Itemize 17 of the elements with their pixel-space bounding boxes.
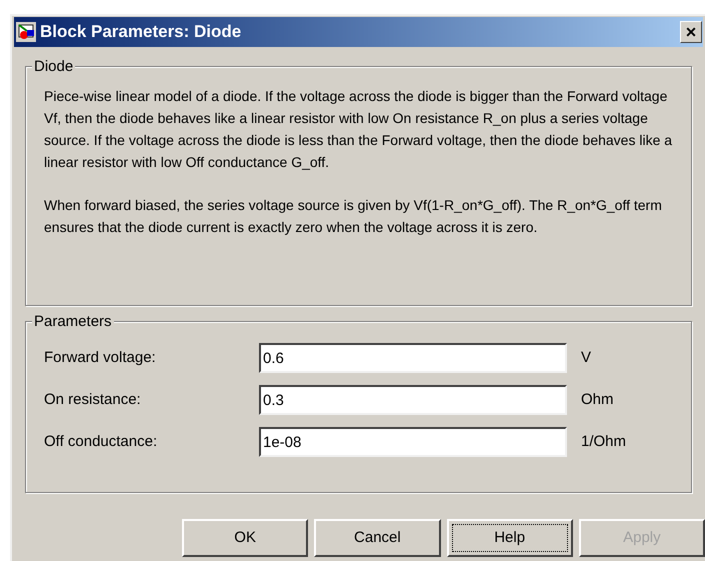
dialog-button[interactable]: Cancel <box>314 519 440 557</box>
field-label: Off conductance: <box>44 432 158 452</box>
input-field[interactable]: 1e-08 <box>259 427 567 457</box>
dialog-button[interactable]: Help <box>446 519 573 557</box>
input-field[interactable]: 0.3 <box>259 385 567 415</box>
field-label: Forward voltage: <box>44 348 157 368</box>
input-field[interactable]: 0.6 <box>259 343 567 373</box>
description-text: Piece-wise linear model of a diode. If the voltage across the diode is bigger than the Forward voltage Vf, then the diode behaves like a linear resistor with low On resistance R_on plus a series voltage source. If the voltage across the diode is less than the Forward voltage, then the diode behaves like a linear resistor with low Off conductance G_off. <box>44 87 673 172</box>
unit-label: Ohm <box>581 390 614 410</box>
dialog-button[interactable]: OK <box>182 519 308 557</box>
app-icon <box>16 22 36 42</box>
unit-label: V <box>581 348 592 368</box>
window-title: Block Parameters: Diode <box>40 21 242 44</box>
description-text: When forward biased, the series voltage source is given by Vf(1-R_on*G_off). The R_on*G_off term ensures that the diode current is exactly zero when the voltage across it is zero. <box>44 196 663 237</box>
unit-label: 1/Ohm <box>581 432 626 452</box>
close-button[interactable]: × <box>680 21 702 43</box>
field-label: On resistance: <box>44 390 142 410</box>
